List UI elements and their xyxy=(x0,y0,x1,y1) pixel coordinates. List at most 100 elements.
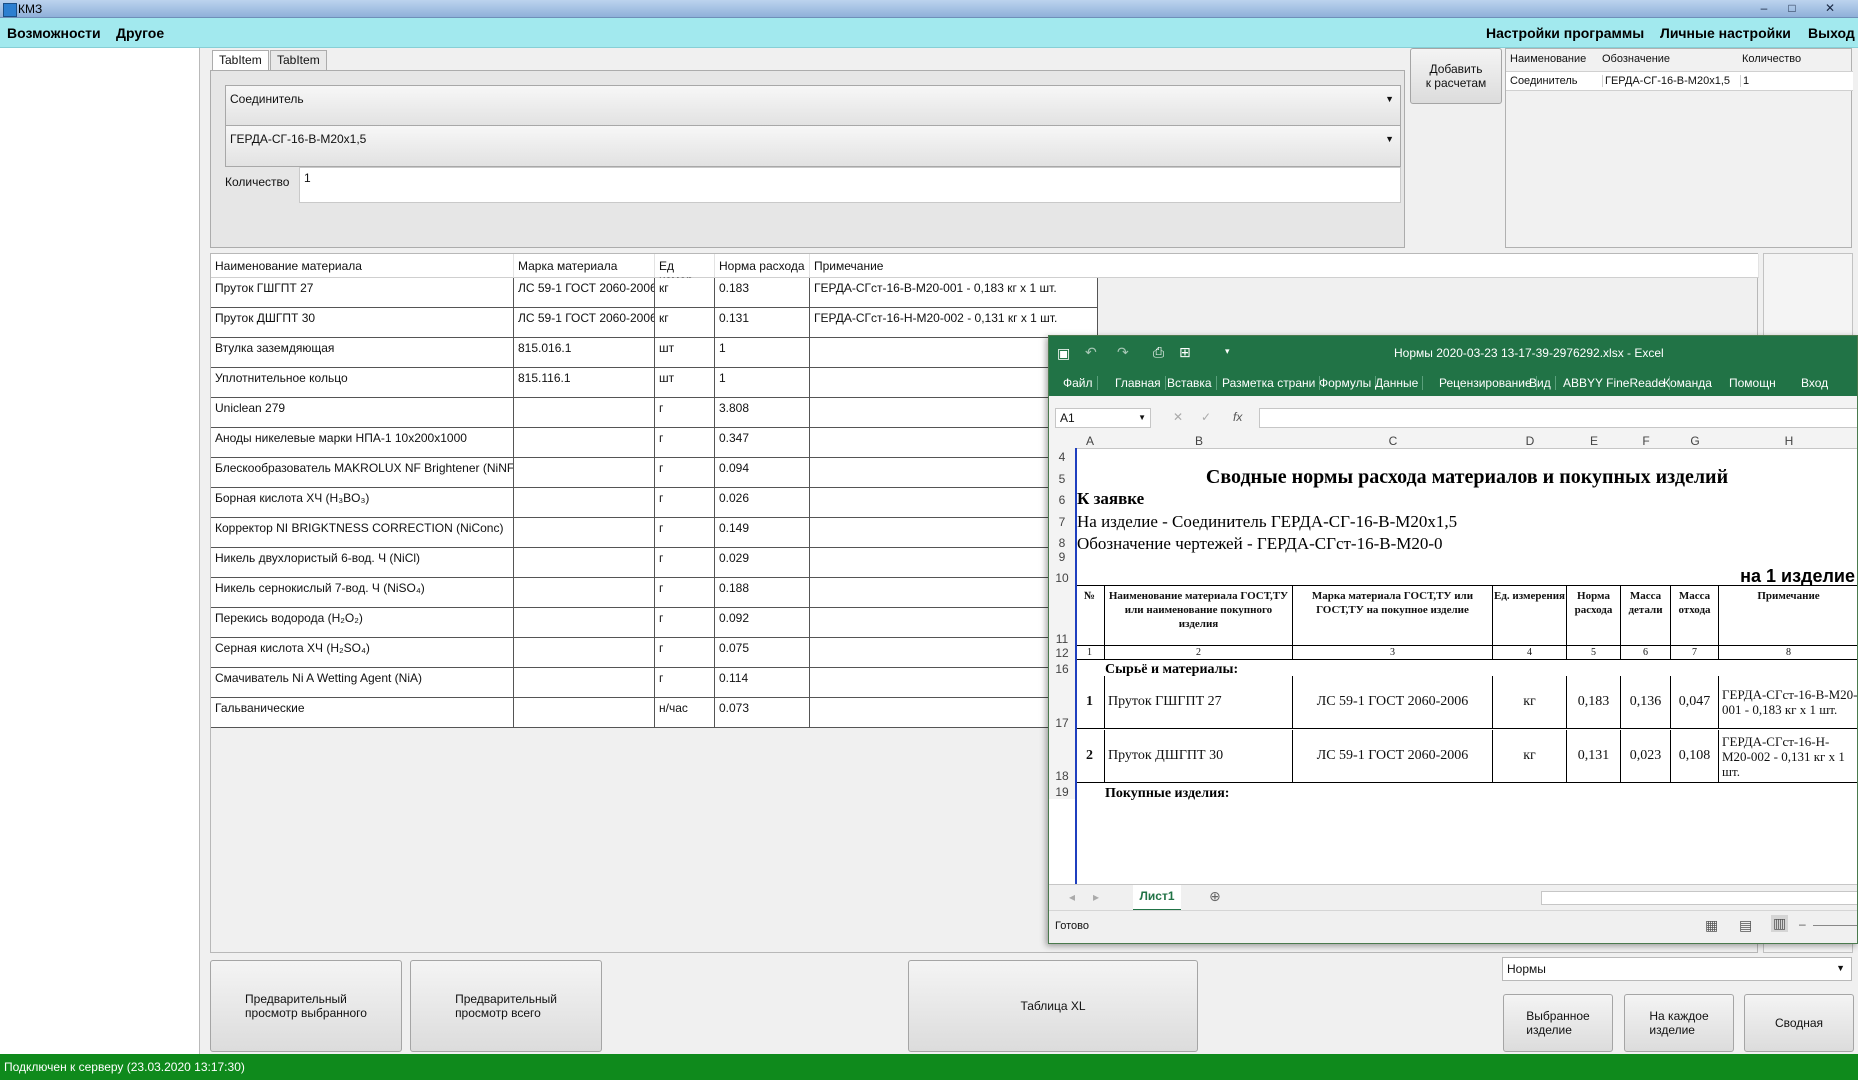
column-number: 8 xyxy=(1719,646,1857,660)
column-header[interactable]: E xyxy=(1567,434,1622,449)
page-break-view-icon[interactable]: ▥ xyxy=(1771,915,1789,932)
ribbon-tab[interactable]: Вход xyxy=(1801,376,1832,390)
table-cell: 0.026 xyxy=(715,488,810,518)
norms-table-cell: 0,108 xyxy=(1671,730,1719,783)
column-header[interactable]: A xyxy=(1075,434,1106,449)
column-header[interactable]: B xyxy=(1105,434,1294,449)
close-icon[interactable]: ✕ xyxy=(1808,1,1852,16)
column-header[interactable]: C xyxy=(1293,434,1494,449)
chevron-down-icon: ▼ xyxy=(1385,94,1394,104)
table-cell: г xyxy=(655,578,715,608)
ribbon-tab[interactable]: Данные xyxy=(1375,376,1424,390)
print-preview-icon[interactable]: ⎙ xyxy=(1153,344,1164,361)
undo-icon[interactable]: ↶ xyxy=(1085,344,1097,361)
norms-table-header: Ед. измерения xyxy=(1493,585,1567,646)
row-header[interactable]: 9 xyxy=(1049,550,1076,564)
ribbon-tab[interactable]: Помощн xyxy=(1729,376,1780,390)
sheet-tab-1[interactable]: Лист1 xyxy=(1133,885,1181,911)
ribbon-tab[interactable]: Формулы xyxy=(1319,376,1377,390)
excel-window[interactable]: ▣ ↶ ↷ ⎙ ⊞ ▾ Нормы 2020-03-23 13-17-39-29… xyxy=(1048,335,1858,944)
ribbon-tab[interactable]: Файл xyxy=(1063,376,1098,390)
row-header[interactable]: 18 xyxy=(1049,730,1076,783)
column-header[interactable]: D xyxy=(1493,434,1568,449)
enter-icon[interactable]: ✓ xyxy=(1201,410,1211,424)
table-cell: шт xyxy=(655,368,715,398)
row-header[interactable]: 19 xyxy=(1049,783,1076,799)
menu-personal-settings[interactable]: Личные настройки xyxy=(1660,25,1791,41)
mg-header-unit: Ед измер xyxy=(655,254,715,287)
quantity-input[interactable]: 1 xyxy=(299,167,1401,203)
normal-view-icon[interactable]: ▦ xyxy=(1705,917,1718,934)
selgrid-row[interactable]: Соединитель ГЕРДА-СГ-16-В-М20х1,5 1 xyxy=(1506,71,1853,91)
corner-cell[interactable] xyxy=(1049,434,1076,449)
product-model-combo[interactable]: ГЕРДА-СГ-16-В-М20х1,5 ▼ xyxy=(225,125,1401,167)
page-layout-icon[interactable]: ▤ xyxy=(1739,917,1752,934)
ribbon-tab[interactable]: Команда xyxy=(1663,376,1716,390)
sheet-heading: Сводные нормы расхода материалов и покуп… xyxy=(1205,466,1729,488)
norms-table-header: Марка материала ГОСТ,ТУ или ГОСТ,ТУ на п… xyxy=(1293,585,1493,646)
column-header[interactable]: H xyxy=(1719,434,1857,449)
chevron-down-icon: ▼ xyxy=(1385,134,1394,144)
excel-status-text: Готово xyxy=(1055,920,1089,932)
product-type-combo[interactable]: Соединитель ▼ xyxy=(225,85,1401,127)
row-header[interactable]: 10 xyxy=(1049,564,1076,585)
zoom-out-icon[interactable]: – xyxy=(1799,917,1806,931)
row-header[interactable]: 6 xyxy=(1049,486,1076,507)
spreadsheet-grid[interactable]: A B C D E F G H 4 5 6 7 8 9 10 11 12 16 17 18 19 Сводные норм… xyxy=(1049,434,1857,884)
row-header[interactable]: 11 xyxy=(1049,585,1076,646)
minimize-icon[interactable]: – xyxy=(1752,1,1776,16)
norms-combo[interactable]: Нормы ▼ xyxy=(1502,957,1852,981)
each-product-button[interactable]: На каждое изделие xyxy=(1624,994,1734,1052)
table-cell: 1 xyxy=(715,368,810,398)
scroll-left-icon[interactable]: ◂ xyxy=(1069,890,1075,904)
table-cell: г xyxy=(655,638,715,668)
norms-table-header: Наименование материала ГОСТ,ТУ или наиме… xyxy=(1105,585,1293,646)
add-sheet-icon[interactable]: ⊕ xyxy=(1209,888,1221,905)
table-row[interactable]: Пруток ГШГПТ 27 ЛС 59-1 ГОСТ 2060-2006 кг 0… xyxy=(211,278,1759,308)
ribbon-tab[interactable]: Рецензирование xyxy=(1439,376,1537,390)
preview-selected-button[interactable]: Предварительный просмотр выбранного xyxy=(210,960,402,1052)
cancel-icon[interactable]: ✕ xyxy=(1173,410,1183,424)
table-cell: г xyxy=(655,668,715,698)
ribbon-tab[interactable]: Разметка страни xyxy=(1222,376,1321,390)
name-box[interactable]: A1 ▼ xyxy=(1055,408,1151,428)
maximize-icon[interactable]: □ xyxy=(1780,1,1804,16)
norms-table-cell: 1 xyxy=(1075,676,1105,729)
column-header[interactable]: G xyxy=(1671,434,1720,449)
customize-toolbar-icon[interactable]: ▾ xyxy=(1225,346,1230,357)
formula-input[interactable] xyxy=(1259,408,1857,428)
menu-program-settings[interactable]: Настройки программы xyxy=(1486,25,1644,41)
table-xl-button[interactable]: Таблица XL xyxy=(908,960,1198,1052)
quick-access-icon[interactable]: ⊞ xyxy=(1179,344,1191,361)
row-header[interactable]: 4 xyxy=(1049,448,1076,464)
ribbon-tab[interactable]: Вид xyxy=(1529,376,1556,390)
row-header[interactable]: 12 xyxy=(1049,646,1076,660)
column-header[interactable]: F xyxy=(1621,434,1672,449)
row-header[interactable]: 5 xyxy=(1049,464,1076,486)
row-header[interactable]: 8 xyxy=(1049,529,1076,550)
preview-all-button[interactable]: Предварительный просмотр всего xyxy=(410,960,602,1052)
selected-product-button[interactable]: Выбранное изделие xyxy=(1503,994,1613,1052)
menu-features[interactable]: Возможности xyxy=(7,25,101,41)
ribbon-tab[interactable]: ABBYY FineReade xyxy=(1563,376,1670,390)
save-icon[interactable]: ▣ xyxy=(1057,345,1070,362)
add-to-calculations-button[interactable]: Добавить к расчетам xyxy=(1410,48,1502,104)
menu-exit[interactable]: Выход xyxy=(1808,25,1855,41)
table-cell xyxy=(514,668,655,698)
scroll-right-icon[interactable]: ▸ xyxy=(1093,890,1099,904)
row-header[interactable]: 16 xyxy=(1049,660,1076,676)
status-bar: Подключен к серверу (23.03.2020 13:17:30… xyxy=(0,1054,1858,1080)
row-header[interactable]: 7 xyxy=(1049,507,1076,529)
redo-icon[interactable]: ↷ xyxy=(1117,344,1129,361)
menu-other[interactable]: Другое xyxy=(116,25,164,41)
summary-button[interactable]: Сводная xyxy=(1744,994,1854,1052)
excel-titlebar: ▣ ↶ ↷ ⎙ ⊞ ▾ Нормы 2020-03-23 13-17-39-29… xyxy=(1049,336,1857,370)
ribbon-tab[interactable]: Главная xyxy=(1115,376,1166,390)
horizontal-scrollbar[interactable] xyxy=(1541,891,1857,905)
ribbon-tab[interactable]: Вставка xyxy=(1167,376,1217,390)
column-number: 2 xyxy=(1105,646,1293,660)
function-icon[interactable]: fx xyxy=(1233,410,1242,424)
zoom-slider[interactable] xyxy=(1813,925,1857,926)
row-header[interactable]: 17 xyxy=(1049,676,1076,730)
table-row[interactable]: Пруток ДШГПТ 30 ЛС 59-1 ГОСТ 2060-2006 кг 0… xyxy=(211,308,1759,338)
